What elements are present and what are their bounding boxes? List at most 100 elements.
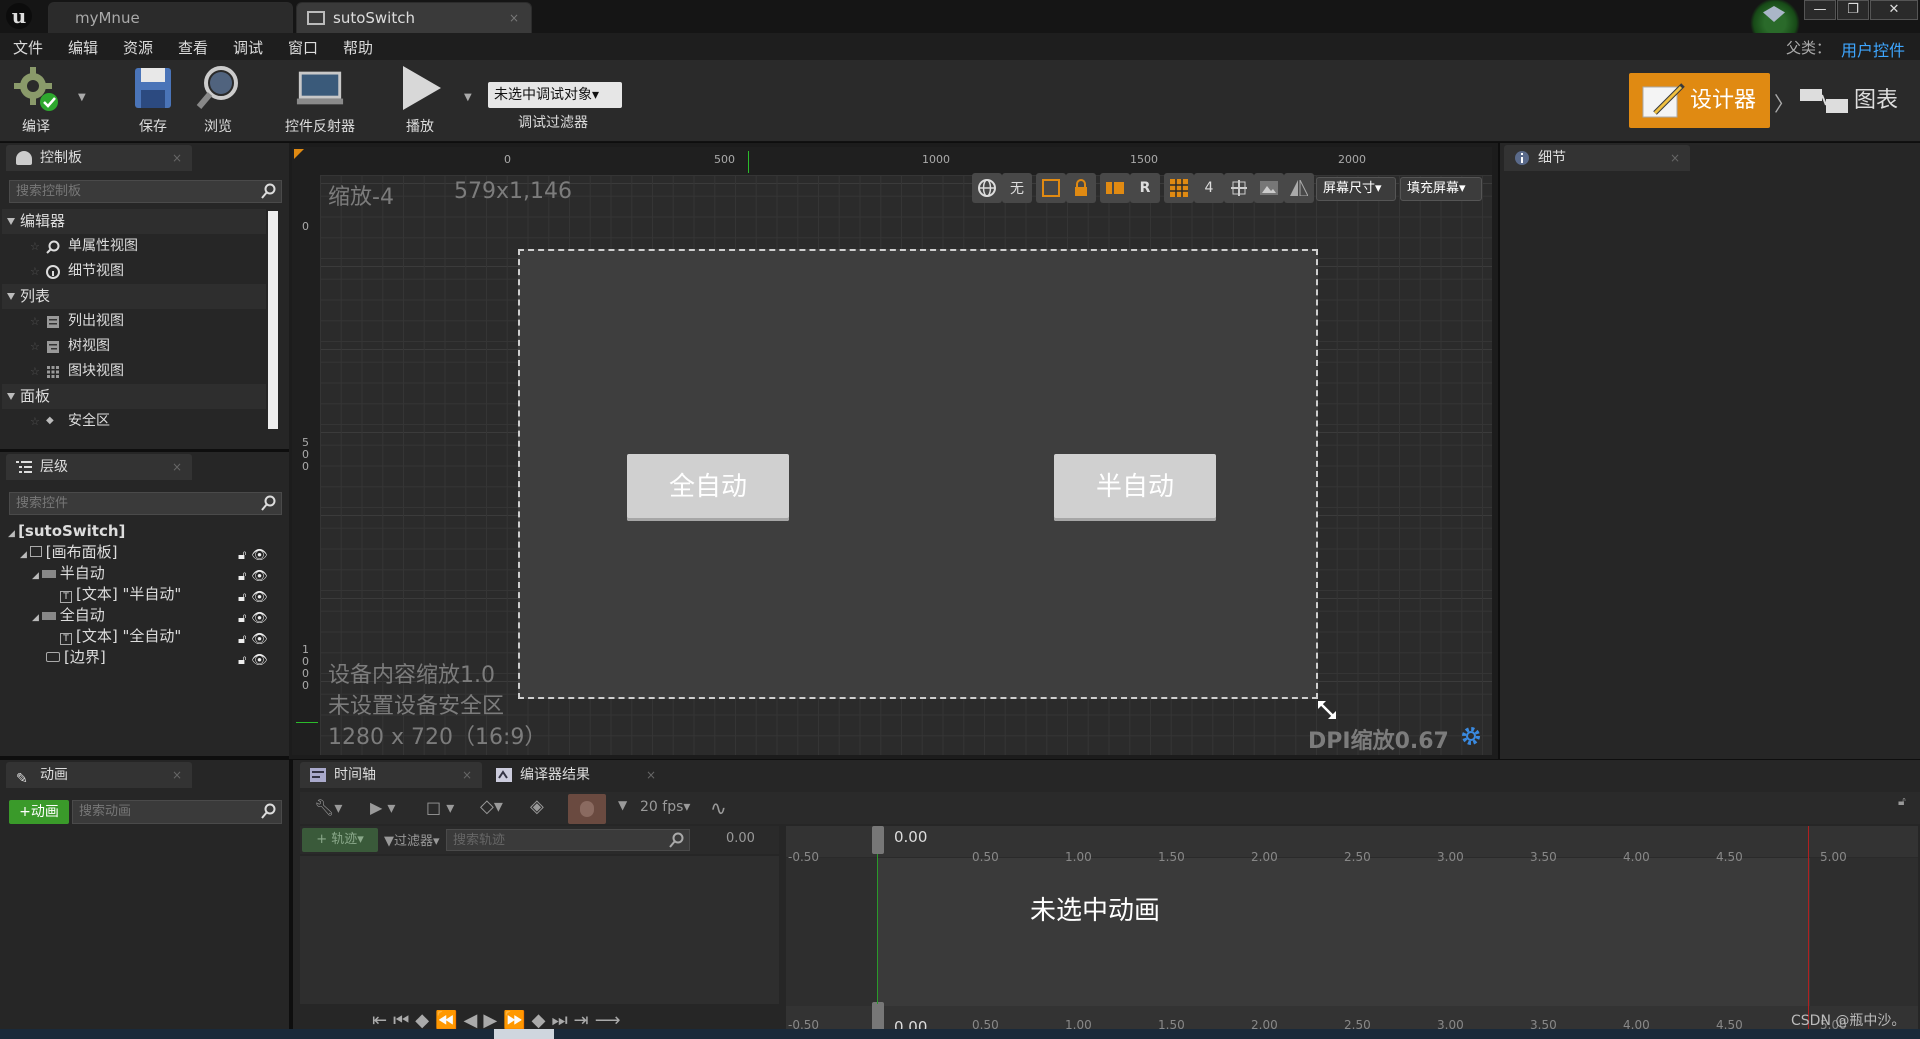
- close-tab-icon[interactable]: ×: [172, 145, 182, 171]
- add-animation-button[interactable]: +动画: [9, 800, 69, 824]
- minimize-button[interactable]: —: [1804, 0, 1836, 20]
- palette-item-single-property-view[interactable]: ☆ 单属性视图: [0, 234, 266, 259]
- widget-canvas[interactable]: 全自动 半自动: [518, 249, 1318, 699]
- hierarchy-node-border[interactable]: [边界] 🔓︎ 👁︎: [46, 647, 280, 668]
- image-preview-icon[interactable]: [1254, 173, 1284, 203]
- restore-button[interactable]: ❐: [1837, 0, 1869, 20]
- lock-visibility-icons[interactable]: 🔓︎ 👁︎: [238, 628, 280, 647]
- resize-handle-icon[interactable]: [1316, 699, 1338, 721]
- close-tab-icon[interactable]: ×: [1670, 145, 1680, 171]
- hierarchy-node-full-auto[interactable]: ◢ 全自动 🔓︎ 👁︎: [32, 605, 280, 626]
- window-tab-sutoswitch[interactable]: sutoSwitch ×: [296, 2, 532, 33]
- fps-dropdown[interactable]: 20 fps▾: [640, 799, 690, 815]
- tab-hierarchy[interactable]: 层级 ×: [6, 454, 192, 480]
- designer-viewport[interactable]: 0 500 1000 1500 2000 0 5 0 0 1 0 0 0 缩放-…: [291, 146, 1493, 756]
- favorite-star-icon[interactable]: ☆: [30, 359, 40, 384]
- unreal-logo-icon[interactable]: u: [6, 3, 32, 29]
- menu-view[interactable]: 查看: [178, 37, 208, 58]
- close-tab-icon[interactable]: ×: [172, 762, 182, 788]
- category-editor[interactable]: 编辑器: [2, 209, 266, 234]
- browse-button[interactable]: 浏览: [190, 64, 246, 140]
- palette-search-input[interactable]: 搜索控制板: [9, 180, 282, 203]
- track-search-input[interactable]: 搜索轨迹: [446, 829, 690, 851]
- transform-icon[interactable]: [1224, 173, 1254, 203]
- timeline-track-area[interactable]: -0.50 0.50 1.00 1.50 2.00 2.50 3.00 3.50…: [786, 826, 1918, 1039]
- hierarchy-node-semi-auto[interactable]: ◢ 半自动 🔓︎ 👁︎: [32, 563, 280, 584]
- play-options-chevron-icon[interactable]: ▼: [464, 92, 472, 103]
- save-button[interactable]: 保存: [125, 64, 181, 140]
- designer-mode-button[interactable]: 设计器: [1629, 73, 1770, 128]
- semi-auto-button[interactable]: 半自动: [1054, 454, 1216, 521]
- flip-icon[interactable]: [1284, 173, 1314, 203]
- record-button[interactable]: [568, 794, 606, 824]
- screen-size-dropdown[interactable]: 屏幕尺寸▾: [1316, 177, 1396, 201]
- tab-palette[interactable]: 控制板 ×: [6, 145, 192, 171]
- render-r-button[interactable]: R: [1130, 173, 1160, 203]
- lock-visibility-icons[interactable]: 🔓︎ 👁︎: [238, 565, 280, 584]
- palette-item-list-view[interactable]: ☆ 列出视图: [0, 309, 266, 334]
- play-button[interactable]: 播放: [390, 64, 450, 140]
- compile-button[interactable]: 编译: [6, 64, 66, 140]
- widget-reflector-button[interactable]: 控件反射器: [280, 64, 360, 140]
- close-tab-icon[interactable]: ×: [172, 454, 182, 480]
- category-list[interactable]: 列表: [2, 284, 266, 309]
- favorite-star-icon[interactable]: ☆: [30, 409, 40, 434]
- visibility-eye-icon[interactable]: 👁︎: [251, 653, 268, 668]
- fill-screen-dropdown[interactable]: 填充屏幕▾: [1400, 177, 1482, 201]
- auto-key-icon[interactable]: ◈: [530, 796, 544, 817]
- visibility-eye-icon[interactable]: 👁︎: [251, 590, 268, 605]
- transport-buttons[interactable]: ⇤⏮◆⏪◀▶⏩◆⏭⇥⟶: [372, 1010, 627, 1031]
- graph-mode-button[interactable]: 图表: [1794, 73, 1920, 128]
- unlock-icon[interactable]: 🔓︎: [238, 569, 246, 584]
- menu-edit[interactable]: 编辑: [68, 37, 98, 58]
- lock-visibility-icons[interactable]: 🔓︎ 👁︎: [238, 607, 280, 626]
- animation-search-input[interactable]: 搜索动画: [72, 800, 282, 824]
- palette-scrollbar[interactable]: [268, 211, 278, 429]
- grid-size-button[interactable]: 4: [1194, 173, 1224, 203]
- full-auto-button[interactable]: 全自动: [627, 454, 789, 521]
- track-filter-button[interactable]: ▼过滤器▾: [384, 830, 440, 849]
- unlock-icon[interactable]: 🔓︎: [238, 548, 246, 563]
- menu-debug[interactable]: 调试: [233, 37, 263, 58]
- unlock-icon[interactable]: 🔓︎: [238, 632, 246, 647]
- hierarchy-node-text-semi-auto[interactable]: T [文本] "半自动" 🔓︎ 👁︎: [60, 584, 280, 605]
- visibility-eye-icon[interactable]: 👁︎: [251, 569, 268, 584]
- hierarchy-node-text-full-auto[interactable]: T [文本] "全自动" 🔓︎ 👁︎: [60, 626, 280, 647]
- menu-help[interactable]: 帮助: [343, 37, 373, 58]
- palette-item-details-view[interactable]: ☆ 细节视图: [0, 259, 266, 284]
- dpi-settings-gear-icon[interactable]: [1460, 725, 1482, 747]
- tab-timeline[interactable]: 时间轴 ×: [300, 762, 482, 788]
- favorite-star-icon[interactable]: ☆: [30, 259, 40, 284]
- tab-compiler-results[interactable]: 编译器结果 ×: [486, 762, 666, 788]
- favorite-star-icon[interactable]: ☆: [30, 234, 40, 259]
- palette-item-tile-view[interactable]: ☆ 图块视图: [0, 359, 266, 384]
- favorite-star-icon[interactable]: ☆: [30, 309, 40, 334]
- close-tab-icon[interactable]: ×: [509, 3, 519, 33]
- playhead-handle-top[interactable]: [872, 826, 884, 854]
- add-track-button[interactable]: + 轨迹▾: [302, 828, 378, 852]
- menu-asset[interactable]: 资源: [123, 37, 153, 58]
- play-options-icon[interactable]: ▶ ▾: [370, 798, 395, 817]
- lock-visibility-icons[interactable]: 🔓︎ 👁︎: [238, 586, 280, 605]
- close-tab-icon[interactable]: ×: [646, 762, 656, 788]
- record-options-chevron-icon[interactable]: ▼: [618, 798, 627, 812]
- grid-snap-icon[interactable]: [1164, 173, 1194, 203]
- tab-details[interactable]: 细节 ×: [1504, 145, 1690, 171]
- lock-visibility-icons[interactable]: 🔓︎ 👁︎: [238, 544, 280, 563]
- category-panel[interactable]: 面板: [2, 384, 266, 409]
- menu-window[interactable]: 窗口: [288, 37, 318, 58]
- outline-toggle-icon[interactable]: [1036, 173, 1066, 203]
- lock-icon[interactable]: [1066, 173, 1096, 203]
- visibility-eye-icon[interactable]: 👁︎: [251, 632, 268, 647]
- window-tab-mymnue[interactable]: myMnue: [48, 2, 293, 33]
- respect-locks-icon[interactable]: [1100, 173, 1130, 203]
- hierarchy-node-root[interactable]: ◢ [sutoSwitch]: [8, 521, 280, 542]
- lock-visibility-icons[interactable]: 🔓︎ 👁︎: [238, 649, 280, 668]
- favorite-star-icon[interactable]: ☆: [30, 334, 40, 359]
- debug-target-dropdown[interactable]: 未选中调试对象▾: [488, 82, 622, 108]
- wrench-icon[interactable]: 🔧︎▾: [314, 798, 342, 817]
- localization-none-button[interactable]: 无: [1002, 173, 1032, 203]
- key-diamond-icon[interactable]: ◇▾: [480, 796, 503, 817]
- visibility-eye-icon[interactable]: 👁︎: [251, 611, 268, 626]
- curve-editor-icon[interactable]: ∿: [710, 796, 727, 820]
